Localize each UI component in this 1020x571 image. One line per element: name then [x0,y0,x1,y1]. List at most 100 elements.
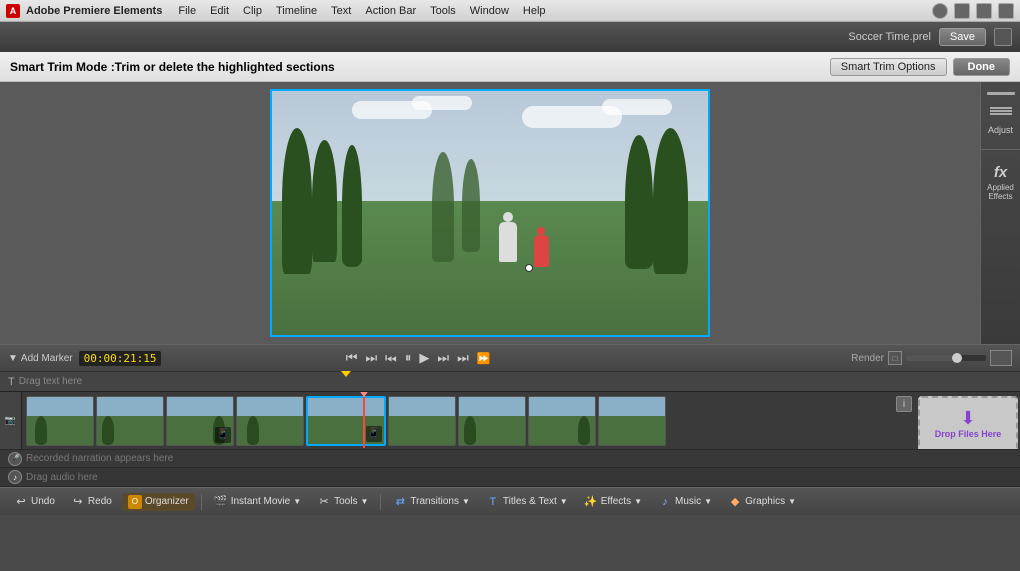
done-button[interactable]: Done [953,58,1011,76]
graphics-button[interactable]: ◆ Graphics ▼ [722,493,802,511]
adjust-line-3 [990,113,1012,115]
render-area: Render □ [851,350,1012,366]
cloud-4 [602,99,672,115]
step-back-button[interactable]: ⏭ [363,350,379,366]
tools-button[interactable]: ✂ Tools ▼ [311,493,374,511]
video-content [272,91,708,335]
render-progress-bar [906,355,986,361]
save-button[interactable]: Save [939,28,986,46]
drag-text-label: Drag text here [19,376,82,387]
info-icon[interactable]: i [896,396,912,412]
titles-icon: T [486,495,500,509]
smart-trim-options-button[interactable]: Smart Trim Options [830,58,947,76]
tools-icon: ✂ [317,495,331,509]
adjust-icon [987,92,1015,95]
close-icon[interactable] [976,3,992,19]
render-handle[interactable] [952,353,962,363]
drop-zone[interactable]: ⬇ Drop Files Here [918,396,1018,449]
clip-6[interactable] [388,396,456,446]
transitions-chevron: ▼ [462,497,470,506]
right-panel: Adjust fx Applied Effects [980,82,1020,344]
video-preview-container [0,82,980,344]
clip-2[interactable] [96,396,164,446]
transitions-button[interactable]: ⇄ Transitions ▼ [387,493,475,511]
smart-trim-title: Smart Trim Mode :Trim or delete the high… [10,60,335,74]
clip-1[interactable] [26,396,94,446]
tree-left-1 [282,128,312,274]
fx-button[interactable]: fx Applied Effects [985,164,1017,201]
menu-text[interactable]: Text [325,3,357,19]
skip-end-button[interactable]: ⏭ [455,350,471,366]
undo-button[interactable]: ↩ Undo [8,493,61,511]
undo-icon: ↩ [14,495,28,509]
text-track-icon: T [8,376,15,388]
minimize-icon[interactable] [932,3,948,19]
clip-9[interactable] [598,396,666,446]
organizer-button[interactable]: O Organizer [122,493,195,511]
loop-button[interactable]: ⏩ [475,352,493,365]
redo-icon: ↪ [71,495,85,509]
clip-3[interactable]: 📱 [166,396,234,446]
separator-1 [201,494,202,510]
skip-start-button[interactable]: ⏮ [344,350,360,366]
transitions-icon: ⇄ [393,495,407,509]
effects-icon: ✨ [584,495,598,509]
render-icon[interactable]: □ [888,351,902,365]
rewind-button[interactable]: ⏭ [383,350,399,366]
instant-movie-button[interactable]: 🎬 Instant Movie ▼ [208,493,307,511]
app-name: Adobe Premiere Elements [26,5,162,17]
transport-bar: ▼ Add Marker 00:00:21:15 ⏮ ⏭ ⏭ ⏸ ▶ ⏭ ⏭ ⏩… [0,344,1020,372]
graphics-icon: ◆ [728,495,742,509]
text-track-header: T Drag text here [0,372,1020,392]
tree-left-3 [342,145,362,267]
tree-right-2 [625,135,653,269]
clip-3-icon: 📱 [215,427,231,443]
main-area: Adjust fx Applied Effects [0,82,1020,344]
window-icon[interactable] [994,28,1012,46]
render-settings-icon[interactable] [990,350,1012,366]
adjust-line-2 [990,110,1012,112]
menu-file[interactable]: File [172,3,202,19]
clip-7[interactable] [458,396,526,446]
adjust-button[interactable]: Adjust [985,125,1017,135]
organizer-icon: O [128,495,142,509]
pause-button[interactable]: ⏸ [403,350,414,366]
audio-icon: ♪ [8,470,22,484]
render-bar-fill [906,355,954,361]
clip-8[interactable] [528,396,596,446]
app-logo: A [6,4,20,18]
add-marker-button[interactable]: ▼ Add Marker [8,353,73,364]
effects-button[interactable]: ✨ Effects ▼ [578,493,648,511]
transport-playhead-indicator [341,371,351,377]
titles-chevron: ▼ [560,497,568,506]
music-chevron: ▼ [704,497,712,506]
video-track-label: 📷 [0,392,22,448]
camera-icon: 📷 [5,415,16,426]
menu-help[interactable]: Help [517,3,552,19]
audio-track: ♪ Drag audio here [0,468,1020,487]
timecode-display: 00:00:21:15 [79,351,162,366]
separator-2 [380,494,381,510]
smart-trim-right: Smart Trim Options Done [830,58,1010,76]
titles-button[interactable]: T Titles & Text ▼ [480,493,574,511]
fast-forward-button[interactable]: ⏭ [435,350,451,366]
play-button[interactable]: ▶ [417,350,431,366]
clip-5-selected[interactable]: 📱 [306,396,386,446]
menu-window[interactable]: Window [464,3,515,19]
effects-chevron: ▼ [634,497,642,506]
clip-4[interactable] [236,396,304,446]
cloud-2 [412,96,472,110]
maximize-icon[interactable] [954,3,970,19]
search-icon[interactable] [998,3,1014,19]
menu-clip[interactable]: Clip [237,3,268,19]
instant-movie-icon: 🎬 [214,495,228,509]
video-frame [270,89,710,337]
music-button[interactable]: ♪ Music ▼ [652,493,718,511]
menu-action-bar[interactable]: Action Bar [359,3,422,19]
fx-icon: fx [994,164,1007,181]
menu-timeline[interactable]: Timeline [270,3,323,19]
narration-track: 🎤 Recorded narration appears here [0,450,1020,469]
menu-edit[interactable]: Edit [204,3,235,19]
redo-button[interactable]: ↪ Redo [65,493,118,511]
menu-tools[interactable]: Tools [424,3,462,19]
